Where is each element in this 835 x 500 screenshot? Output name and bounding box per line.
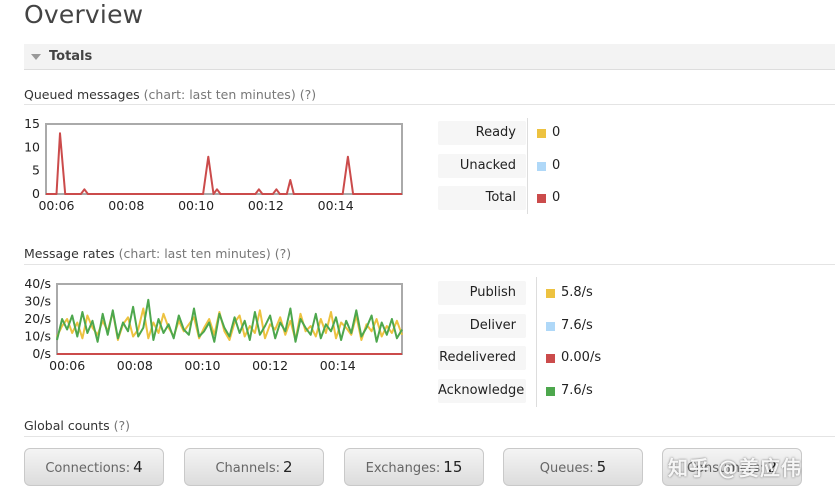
queued-y-tick-label: 10 [24,139,40,154]
queued-legend-value: 0 [552,157,561,173]
rates-x-tick-label: 00:08 [117,358,153,373]
rates-heading-text: Message rates [24,246,115,261]
queued-legend-label: Total [438,186,526,210]
queued-legend-swatch [537,194,546,203]
rates-legend-value: 5.8/s [561,285,593,300]
queued-y-tick-label: 15 [24,116,40,131]
queued-legend-value: 0 [552,125,561,140]
rates-help-link[interactable]: (?) [275,246,291,261]
connections-count-button[interactable]: Connections: 4 [24,448,164,486]
global-divider [24,436,835,437]
queued-x-tick-label: 00:14 [318,198,354,213]
queued-heading-text: Queued messages [24,87,140,102]
rates-x-tick-label: 00:10 [184,358,220,373]
queued-legend-row-total: Total 0 [438,186,638,210]
rates-legend-value: 0.00/s [561,350,602,365]
exchanges-count-button[interactable]: Exchanges: 15 [344,448,484,486]
rates-chart-note: (chart: last ten minutes) [118,246,271,261]
channels-value: 2 [282,458,293,476]
connections-value: 4 [133,458,143,476]
queued-legend-row-ready: Ready 0 [438,121,638,145]
rates-legend-value: 7.6/s [561,382,593,398]
rates-legend-row-deliver: Deliver 7.6/s [438,313,638,338]
exchanges-label: Exchanges: [365,461,441,476]
rates-y-tick-label: 30/s [24,294,51,309]
queued-x-tick-label: 00:10 [178,198,214,213]
rates-plot-frame [56,283,403,355]
queued-x-tick-label: 00:06 [38,198,74,213]
queued-y-tick-label: 5 [32,163,40,178]
rates-y-tick-label: 40/s [24,276,51,291]
queued-legend-swatch [537,129,546,138]
connections-label: Connections: [45,461,131,476]
message-rates-chart: 0/s10/s20/s30/s40/s00:06 00:08 00:10 00:12 0… [24,276,403,373]
channels-count-button[interactable]: Channels: 2 [184,448,324,486]
rates-legend-label: Acknowledge [438,378,526,403]
global-help-link[interactable]: (?) [114,418,130,433]
queued-help-link[interactable]: (?) [300,87,316,102]
global-heading-text: Global counts [24,418,110,433]
rates-legend-label: Deliver [438,313,526,338]
queued-messages-heading: Queued messages (chart: last ten minutes… [24,87,316,102]
queued-legend-swatch [537,161,546,171]
queues-label: Queues: [539,461,594,476]
rates-legend-swatch [546,354,555,363]
exchanges-value: 15 [443,458,463,476]
queued-chart-note: (chart: last ten minutes) [143,87,296,102]
collapse-triangle-icon[interactable] [31,54,41,60]
rates-legend-value: 7.6/s [561,317,593,333]
rates-divider [24,264,835,265]
rates-legend-swatch [546,386,555,396]
queues-value: 5 [596,458,607,476]
rates-y-tick-label: 10/s [24,329,51,344]
rates-x-tick-label: 00:12 [252,358,288,373]
queued-legend-row-unacked: Unacked 0 [438,153,638,178]
rates-legend-swatch [546,321,555,331]
rates-y-tick-label: 20/s [24,311,51,326]
rates-legend-label: Redelivered [438,346,526,370]
rates-legend-swatch [546,289,555,298]
rates-legend-label: Publish [438,281,526,305]
rates-legend-row-acknowledge: Acknowledge 7.6/s [438,378,638,403]
channels-label: Channels: [215,461,280,476]
queued-legend-value: 0 [552,190,561,205]
totals-section-label: Totals [49,49,93,64]
rates-legend-row-redelivered: Redelivered 0.00/s [438,346,638,370]
queued-legend-label: Ready [438,121,526,145]
queued-divider [24,104,835,105]
rates-legend-row-publish: Publish 5.8/s [438,281,638,305]
queued-messages-chart: 05101500:06 00:08 00:10 00:12 00:14 [24,116,403,213]
queued-legend-label: Unacked [438,153,526,178]
rates-x-tick-label: 00:14 [320,358,356,373]
global-counts-heading: Global counts (?) [24,418,130,433]
rates-x-tick-label: 00:06 [49,358,85,373]
page-title: Overview [24,0,144,29]
queues-count-button[interactable]: Queues: 5 [503,448,643,486]
queued-x-tick-label: 00:08 [108,198,144,213]
message-rates-heading: Message rates (chart: last ten minutes) … [24,246,291,261]
watermark: 知乎 @姜应伟 [668,456,802,480]
queued-x-tick-label: 00:12 [248,198,284,213]
totals-section-header[interactable]: Totals [24,44,835,70]
